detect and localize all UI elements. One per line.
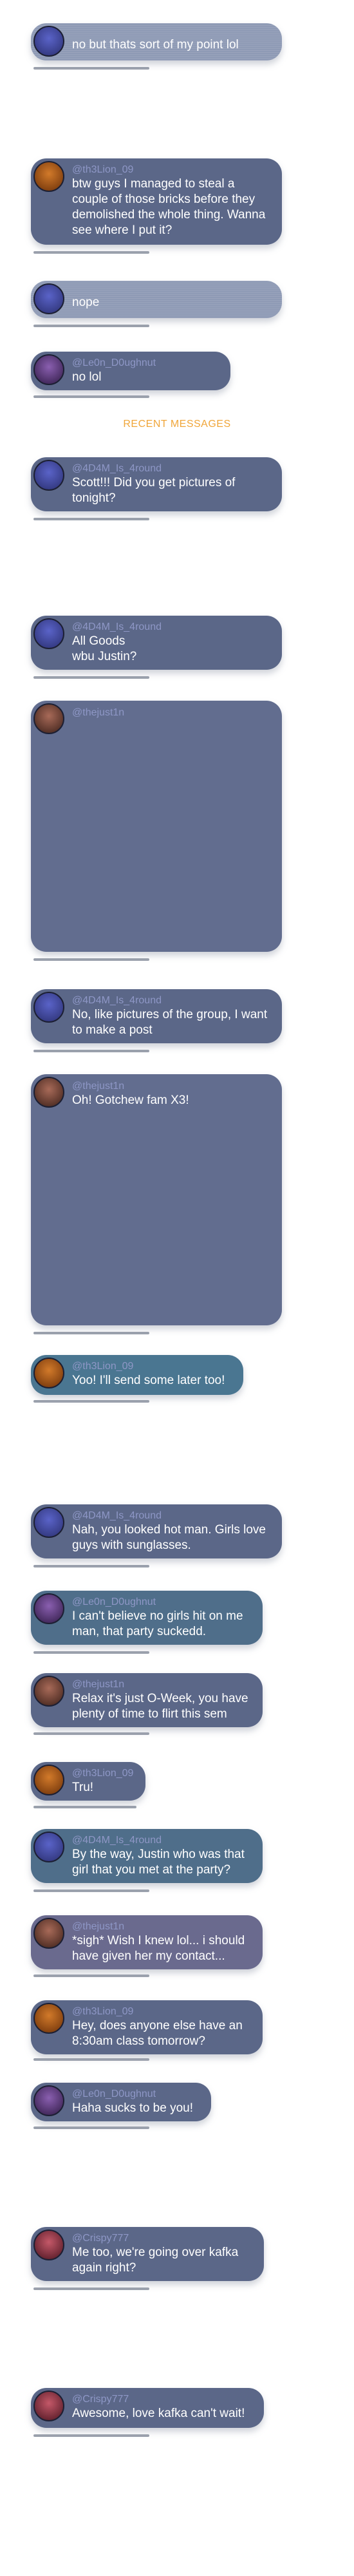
message-username[interactable]: @4D4M_Is_4round xyxy=(72,1510,272,1522)
message-text: Scott!!! Did you get pictures of tonight… xyxy=(72,476,239,505)
adam-avatar-icon[interactable] xyxy=(33,460,64,491)
message-text: Haha sucks to be you! xyxy=(72,2101,193,2115)
message-underline xyxy=(33,1400,149,1403)
chat-message[interactable]: @4D4M_Is_4round Scott!!! Did you get pic… xyxy=(31,457,282,511)
message-underline xyxy=(33,1565,149,1567)
message-underline xyxy=(33,1732,149,1735)
message-underline xyxy=(33,1806,136,1808)
message-underline xyxy=(33,2287,149,2290)
message-text: nope xyxy=(72,296,100,309)
message-text: Hey, does anyone else have an 8:30am cla… xyxy=(72,2019,247,2048)
message-text: Nah, you looked hot man. Girls love guys… xyxy=(72,1523,270,1552)
chat-message[interactable]: @th3Lion_09 Hey, does anyone else have a… xyxy=(31,2000,263,2054)
crispy-avatar-icon[interactable] xyxy=(33,2230,64,2260)
photo-message[interactable]: @thejust1n xyxy=(31,701,282,952)
message-underline xyxy=(33,67,149,70)
chat-message[interactable]: @th3Lion_09 btw guys I managed to steal … xyxy=(31,158,282,245)
message-text: By the way, Justin who was that girl tha… xyxy=(72,1848,248,1877)
justin-avatar-icon[interactable] xyxy=(33,1077,64,1108)
lion-avatar-icon[interactable] xyxy=(33,1358,64,1388)
message-username[interactable]: @4D4M_Is_4round xyxy=(72,621,272,634)
adam-avatar-icon[interactable] xyxy=(33,1832,64,1862)
message-username[interactable]: @4D4M_Is_4round xyxy=(72,1834,252,1847)
message-username[interactable]: @Le0n_D0ughnut xyxy=(72,1596,252,1609)
message-text: no lol xyxy=(72,370,102,384)
message-text: Relax it's just O-Week, you have plenty … xyxy=(72,1692,252,1721)
message-underline xyxy=(33,2434,149,2437)
adam-avatar-icon[interactable] xyxy=(33,26,64,57)
message-username[interactable]: @thejust1n xyxy=(72,1678,252,1691)
message-underline xyxy=(33,1651,149,1654)
message-username[interactable]: @Crispy777 xyxy=(72,2393,254,2406)
message-text: No, like pictures of the group, I want t… xyxy=(72,1008,271,1037)
lion-avatar-icon[interactable] xyxy=(33,2003,64,2034)
justin-avatar-icon[interactable] xyxy=(33,1918,64,1949)
adam-avatar-icon[interactable] xyxy=(33,1507,64,1538)
chat-message[interactable]: no but thats sort of my point lol xyxy=(31,23,282,61)
recent-messages-divider: RECENT MESSAGES xyxy=(123,419,231,430)
chat-message[interactable]: @4D4M_Is_4round All Goods wbu Justin? xyxy=(31,616,282,670)
lion-avatar-icon[interactable] xyxy=(33,1765,64,1795)
leon-avatar-icon[interactable] xyxy=(33,1593,64,1624)
message-username[interactable]: @Le0n_D0ughnut xyxy=(72,2088,201,2101)
message-username[interactable]: @thejust1n xyxy=(72,707,124,719)
chat-message[interactable]: @4D4M_Is_4round By the way, Justin who w… xyxy=(31,1829,263,1883)
message-text: *sigh* Wish I knew lol... i should have … xyxy=(72,1934,248,1963)
message-underline xyxy=(33,325,149,327)
message-username[interactable]: @4D4M_Is_4round xyxy=(72,462,272,475)
justin-avatar-icon[interactable] xyxy=(33,703,64,734)
justin-avatar-icon[interactable] xyxy=(33,1676,64,1707)
chat-message[interactable]: @thejust1n *sigh* Wish I knew lol... i s… xyxy=(31,1915,263,1969)
chat-message[interactable]: @Crispy777 Me too, we're going over kafk… xyxy=(31,2227,264,2281)
leon-avatar-icon[interactable] xyxy=(33,2085,64,2116)
message-username[interactable]: @th3Lion_09 xyxy=(72,2005,252,2018)
message-text: Awesome, love kafka can't wait! xyxy=(72,2407,245,2420)
adam-avatar-icon[interactable] xyxy=(33,618,64,649)
message-username[interactable]: @Crispy777 xyxy=(72,2232,254,2245)
chat-message[interactable]: @Le0n_D0ughnut Haha sucks to be you! xyxy=(31,2083,211,2121)
message-username[interactable]: @th3Lion_09 xyxy=(72,1360,233,1373)
photo-message[interactable]: @thejust1n Oh! Gotchew fam X3! xyxy=(31,1074,282,1325)
message-text: Yoo! I'll send some later too! xyxy=(72,1374,225,1387)
message-text: Tru! xyxy=(72,1781,94,1794)
message-underline xyxy=(33,1332,149,1334)
message-underline xyxy=(33,1889,149,1892)
message-underline xyxy=(33,676,149,679)
message-underline xyxy=(33,395,149,398)
message-text: no but thats sort of my point lol xyxy=(72,38,239,52)
crispy-avatar-icon[interactable] xyxy=(33,2391,64,2421)
message-underline xyxy=(33,251,149,254)
message-underline xyxy=(33,1050,149,1052)
message-username[interactable]: @th3Lion_09 xyxy=(72,164,272,176)
chat-message[interactable]: nope xyxy=(31,281,282,318)
chat-message[interactable]: @th3Lion_09 Tru! xyxy=(31,1762,145,1801)
adam-avatar-icon[interactable] xyxy=(33,992,64,1023)
message-underline xyxy=(33,518,149,520)
lion-avatar-icon[interactable] xyxy=(33,161,64,192)
message-underline xyxy=(33,958,149,961)
chat-message[interactable]: @4D4M_Is_4round Nah, you looked hot man.… xyxy=(31,1504,282,1558)
message-username[interactable]: @Le0n_D0ughnut xyxy=(72,357,220,370)
message-username[interactable]: @4D4M_Is_4round xyxy=(72,994,272,1007)
message-username[interactable]: @th3Lion_09 xyxy=(72,1767,135,1780)
message-text: Me too, we're going over kafka again rig… xyxy=(72,2246,242,2275)
chat-message[interactable]: @4D4M_Is_4round No, like pictures of the… xyxy=(31,989,282,1043)
message-username[interactable]: @thejust1n xyxy=(72,1920,252,1933)
leon-avatar-icon[interactable] xyxy=(33,354,64,385)
chat-message[interactable]: @Le0n_D0ughnut no lol xyxy=(31,352,230,390)
message-text: Oh! Gotchew fam X3! xyxy=(72,1094,189,1107)
message-username[interactable]: @thejust1n xyxy=(72,1081,124,1092)
adam-avatar-icon[interactable] xyxy=(33,283,64,314)
message-text: I can't believe no girls hit on me man, … xyxy=(72,1609,247,1638)
message-underline xyxy=(33,1975,149,1977)
chat-message[interactable]: @th3Lion_09 Yoo! I'll send some later to… xyxy=(31,1355,243,1395)
chat-message[interactable]: @Le0n_D0ughnut I can't believe no girls … xyxy=(31,1591,263,1645)
message-text: btw guys I managed to steal a couple of … xyxy=(72,177,269,237)
message-underline xyxy=(33,2058,149,2061)
chat-message[interactable]: @Crispy777 Awesome, love kafka can't wai… xyxy=(31,2388,264,2428)
message-text: All Goods wbu Justin? xyxy=(72,634,137,663)
chat-message[interactable]: @thejust1n Relax it's just O-Week, you h… xyxy=(31,1673,263,1727)
message-underline xyxy=(33,2126,149,2129)
